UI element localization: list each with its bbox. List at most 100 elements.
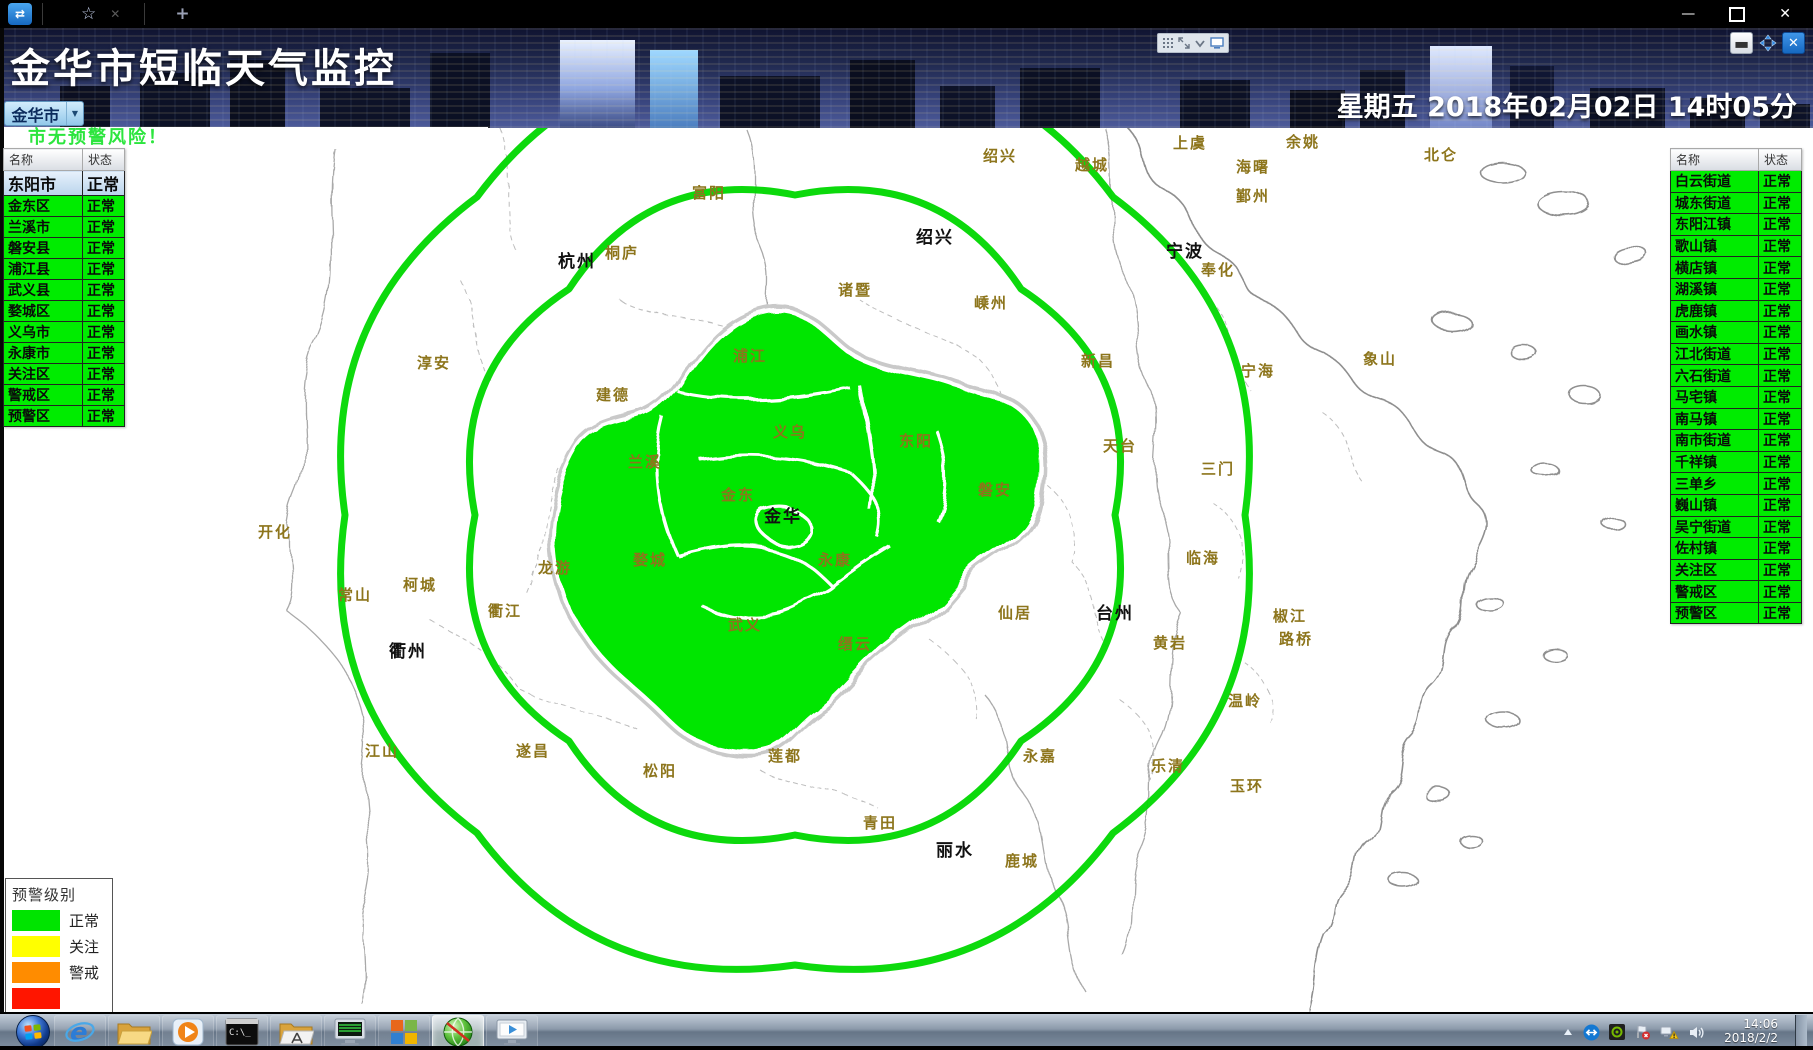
alert-banner: 市无预警风险！ xyxy=(4,127,488,149)
close-icon[interactable]: ✕ xyxy=(1782,32,1805,54)
town-row[interactable]: 三单乡正常 xyxy=(1671,473,1802,495)
chevron-down-icon[interactable] xyxy=(1194,37,1206,49)
taskbar-app-file-explorer[interactable] xyxy=(108,1015,160,1050)
close-tab-icon[interactable]: ✕ xyxy=(110,7,120,21)
column-header-name[interactable]: 名称 xyxy=(1671,149,1759,171)
taskbar-clock[interactable]: 14:06 2018/2/2 xyxy=(1724,1017,1778,1045)
grid-icon[interactable] xyxy=(1162,37,1174,49)
town-row[interactable]: 警戒区正常 xyxy=(1671,581,1802,603)
taskbar-app-remote-monitor[interactable] xyxy=(324,1015,376,1050)
taskbar-app-system[interactable] xyxy=(378,1015,430,1050)
column-header-name[interactable]: 名称 xyxy=(4,149,83,171)
district-name: 关注区 xyxy=(4,364,83,385)
town-name: 警戒区 xyxy=(1671,581,1759,603)
map-label: 绍兴 xyxy=(983,147,1017,165)
minimize-icon[interactable]: ▬ xyxy=(1730,32,1753,54)
town-status: 正常 xyxy=(1759,581,1802,603)
town-row[interactable]: 城东街道正常 xyxy=(1671,192,1802,214)
hidden-icons-arrow[interactable] xyxy=(1562,1027,1574,1037)
town-status: 正常 xyxy=(1759,300,1802,322)
monitor-icon[interactable] xyxy=(1210,37,1224,49)
resize-icon[interactable] xyxy=(1178,37,1190,49)
map-label: 莲都 xyxy=(768,747,802,765)
window-minimize-button[interactable]: — xyxy=(1681,6,1695,22)
jinhua-region[interactable] xyxy=(554,309,1040,752)
town-row[interactable]: 佐村镇正常 xyxy=(1671,538,1802,560)
town-row[interactable]: 马宅镇正常 xyxy=(1671,386,1802,408)
map-label: 临海 xyxy=(1186,549,1220,567)
district-name: 武义县 xyxy=(4,280,83,301)
district-row[interactable]: 关注区正常 xyxy=(4,364,125,385)
taskbar-app-video-player[interactable] xyxy=(486,1015,538,1050)
show-desktop-button[interactable] xyxy=(1795,1015,1807,1049)
town-row[interactable]: 横店镇正常 xyxy=(1671,257,1802,279)
column-header-status[interactable]: 状态 xyxy=(83,149,125,171)
tools-folder-icon xyxy=(278,1017,314,1047)
district-status: 正常 xyxy=(83,385,125,406)
town-row[interactable]: 关注区正常 xyxy=(1671,559,1802,581)
volume-icon[interactable] xyxy=(1688,1025,1705,1040)
district-name: 东阳市 xyxy=(4,171,83,196)
column-header-status[interactable]: 状态 xyxy=(1759,149,1802,171)
district-name: 磐安县 xyxy=(4,238,83,259)
legend-swatch xyxy=(12,910,60,931)
town-row[interactable]: 吴宁街道正常 xyxy=(1671,516,1802,538)
town-row[interactable]: 六石街道正常 xyxy=(1671,365,1802,387)
map-label: 兰溪 xyxy=(628,453,662,471)
district-row[interactable]: 金东区正常 xyxy=(4,196,125,217)
taskbar-app-weather-monitor[interactable] xyxy=(432,1015,484,1050)
chevron-down-icon[interactable]: ▼ xyxy=(66,102,83,125)
nvidia-tray-icon[interactable] xyxy=(1609,1024,1625,1040)
resize-arrows-icon[interactable] xyxy=(1757,33,1778,53)
new-tab-icon[interactable]: + xyxy=(175,4,189,24)
district-row[interactable]: 警戒区正常 xyxy=(4,385,125,406)
district-status: 正常 xyxy=(83,280,125,301)
window-maximize-button[interactable] xyxy=(1729,7,1745,22)
town-row[interactable]: 预警区正常 xyxy=(1671,602,1802,624)
district-row[interactable]: 磐安县正常 xyxy=(4,238,125,259)
town-row[interactable]: 东阳江镇正常 xyxy=(1671,214,1802,236)
teamviewer-icon[interactable]: ⇄ xyxy=(8,3,32,25)
map-canvas[interactable]: 绍兴越城上虞余姚海曙北仑鄞州富阳宁波奉化杭州桐庐绍兴诸暨嵊州新昌宁海象山淳安建德… xyxy=(0,128,1813,1012)
map-label: 建德 xyxy=(596,386,630,404)
map-label: 东阳 xyxy=(899,432,933,450)
window-close-button[interactable]: ✕ xyxy=(1779,6,1791,22)
map-label: 椒江 xyxy=(1273,607,1307,625)
taskbar-app-internet-explorer[interactable]: e xyxy=(54,1015,106,1050)
taskbar-app-media-player[interactable] xyxy=(162,1015,214,1050)
map-label: 天台 xyxy=(1103,437,1137,455)
colored-squares-icon xyxy=(388,1017,420,1047)
district-row[interactable]: 永康市正常 xyxy=(4,343,125,364)
district-row[interactable]: 婺城区正常 xyxy=(4,301,125,322)
teamviewer-tray-icon[interactable] xyxy=(1583,1024,1600,1041)
action-center-flag-icon[interactable] xyxy=(1634,1024,1651,1040)
town-row[interactable]: 歌山镇正常 xyxy=(1671,235,1802,257)
town-row[interactable]: 画水镇正常 xyxy=(1671,322,1802,344)
district-row[interactable]: 义乌市正常 xyxy=(4,322,125,343)
town-row[interactable]: 南马镇正常 xyxy=(1671,408,1802,430)
town-row[interactable]: 千祥镇正常 xyxy=(1671,451,1802,473)
town-row[interactable]: 南市街道正常 xyxy=(1671,430,1802,452)
district-row-selected[interactable]: 东阳市正常 xyxy=(4,171,125,196)
map-label: 温岭 xyxy=(1228,692,1262,710)
town-row[interactable]: 虎鹿镇正常 xyxy=(1671,300,1802,322)
network-warning-icon[interactable] xyxy=(1660,1024,1679,1040)
town-name: 城东街道 xyxy=(1671,192,1759,214)
taskbar-app-command-prompt[interactable]: C:\_ xyxy=(216,1015,268,1050)
city-selector-dropdown[interactable]: 金华市 ▼ xyxy=(4,101,84,126)
district-row[interactable]: 兰溪市正常 xyxy=(4,217,125,238)
district-row[interactable]: 浦江县正常 xyxy=(4,259,125,280)
town-name: 佐村镇 xyxy=(1671,538,1759,560)
town-row[interactable]: 白云街道正常 xyxy=(1671,171,1802,193)
start-button[interactable] xyxy=(14,1014,52,1050)
district-row[interactable]: 预警区正常 xyxy=(4,406,125,427)
map-label: 淳安 xyxy=(417,354,451,372)
taskbar-app-tools-folder[interactable] xyxy=(270,1015,322,1050)
town-row[interactable]: 江北街道正常 xyxy=(1671,343,1802,365)
town-row[interactable]: 湖溪镇正常 xyxy=(1671,278,1802,300)
district-row[interactable]: 武义县正常 xyxy=(4,280,125,301)
town-row[interactable]: 巍山镇正常 xyxy=(1671,494,1802,516)
map-label: 上虞 xyxy=(1173,134,1207,152)
favorite-star-icon[interactable]: ☆ xyxy=(81,4,96,24)
district-name: 浦江县 xyxy=(4,259,83,280)
